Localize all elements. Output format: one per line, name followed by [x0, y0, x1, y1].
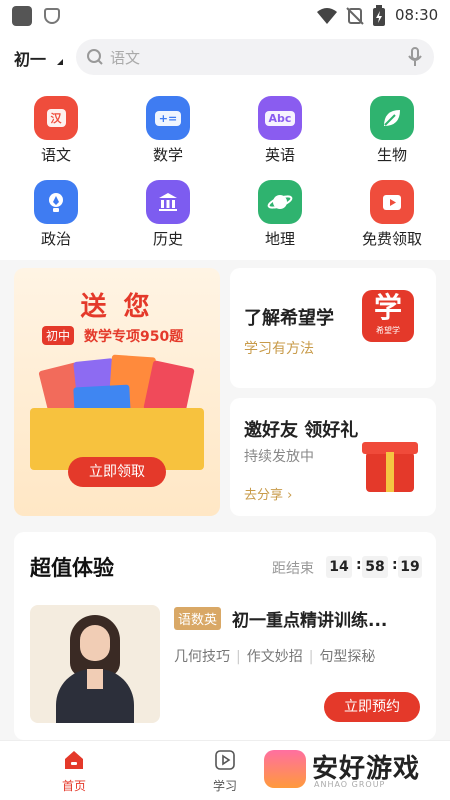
clock: 08:30	[395, 6, 439, 24]
claim-now-button[interactable]: 立即领取	[68, 457, 166, 487]
microphone-icon[interactable]	[408, 47, 422, 67]
subject-label: 数学	[152, 146, 183, 164]
subject-grid: 汉 语文 += 数学 Abc 英语 生物 政治 历史 地理 免费领取	[0, 84, 450, 260]
card-subtitle: 持续发放中	[244, 449, 314, 465]
math-gift-banner[interactable]: 送 您 初中 数学专项950题 立即领取	[14, 268, 220, 516]
tab-label: 首页	[61, 779, 86, 793]
card-title: 邀好友 领好礼	[244, 420, 359, 441]
banner-subtitle: 数学专项950题	[84, 329, 184, 345]
subject-label: 生物	[376, 146, 407, 164]
math-symbols-icon: +=	[146, 96, 190, 140]
home-icon	[65, 751, 83, 769]
countdown-label: 距结束	[272, 561, 314, 577]
play-square-icon	[215, 750, 235, 770]
no-sim-icon	[346, 7, 364, 25]
subject-label: 政治	[40, 230, 71, 248]
play-video-icon	[370, 180, 414, 224]
subject-politics[interactable]: 政治	[16, 172, 96, 252]
english-abc-icon: Abc	[258, 96, 302, 140]
leaf-icon	[370, 96, 414, 140]
course-keywords: 几何技巧 | 作文妙招 | 句型探秘	[174, 649, 376, 665]
site-watermark: 安好游戏 ANHAO GROUP	[258, 744, 438, 796]
tab-label: 学习	[212, 779, 237, 793]
xiwangxue-logo: 学 希望学	[362, 290, 414, 342]
status-bar: 08:30	[0, 0, 450, 32]
gamepad-logo-icon	[264, 750, 306, 788]
keyword: 作文妙招	[246, 649, 303, 665]
subject-history[interactable]: 历史	[128, 172, 208, 252]
watermark-sub: ANHAO GROUP	[314, 780, 386, 789]
subject-label: 历史	[152, 230, 183, 248]
planet-icon	[258, 180, 302, 224]
temple-icon	[146, 180, 190, 224]
keyword: 几何技巧	[174, 649, 230, 665]
countdown-seconds: 19	[398, 556, 422, 578]
card-title: 了解希望学	[244, 308, 334, 329]
pen-nib-icon	[34, 180, 78, 224]
banner-tag: 初中	[42, 326, 75, 345]
search-placeholder: 语文	[110, 49, 141, 67]
grade-selector[interactable]: 初一	[14, 46, 46, 70]
subject-label: 语文	[40, 146, 71, 164]
countdown-hours: 14	[326, 556, 352, 578]
invite-friends-card[interactable]: 邀好友 领好礼 持续发放中 去分享 ›	[230, 398, 436, 516]
subject-free-claim[interactable]: 免费领取	[352, 172, 432, 252]
subject-chinese[interactable]: 汉 语文	[16, 88, 96, 168]
course-title[interactable]: 初一重点精讲训练...	[232, 606, 424, 631]
subject-geography[interactable]: 地理	[240, 172, 320, 252]
keyword: 句型探秘	[319, 649, 376, 665]
countdown-minutes: 58	[362, 556, 388, 578]
subject-math[interactable]: += 数学	[128, 88, 208, 168]
banner-title: 送 您	[80, 292, 154, 322]
subject-biology[interactable]: 生物	[352, 88, 432, 168]
subject-label: 免费领取	[361, 230, 422, 248]
dropdown-corner-icon	[57, 59, 63, 65]
search-icon	[87, 49, 103, 65]
value-trial-section: 超值体验 距结束 14 : 58 : 19 语数英 初一重点精讲训练... 几何…	[14, 532, 436, 740]
wifi-icon	[317, 8, 337, 24]
subject-label: 英语	[264, 146, 295, 164]
shield-icon	[44, 8, 60, 24]
search-bar[interactable]: 语文	[76, 39, 434, 75]
reserve-button[interactable]: 立即预约	[324, 692, 420, 722]
subject-label: 地理	[264, 230, 295, 248]
section-title: 超值体验	[30, 556, 114, 580]
card-subtitle: 学习有方法	[244, 341, 314, 357]
teacher-photo	[30, 605, 160, 723]
battery-icon	[373, 5, 385, 26]
subject-english[interactable]: Abc 英语	[240, 88, 320, 168]
app-notification-icon	[12, 6, 32, 26]
share-link[interactable]: 去分享 ›	[244, 484, 292, 503]
gift-box-icon	[362, 442, 418, 492]
course-subject-tag: 语数英	[174, 607, 222, 630]
learn-xiwangxue-card[interactable]: 了解希望学 学习有方法 学 希望学	[230, 268, 436, 388]
top-header: 初一 语文	[0, 32, 450, 84]
chinese-book-icon: 汉	[34, 96, 78, 140]
